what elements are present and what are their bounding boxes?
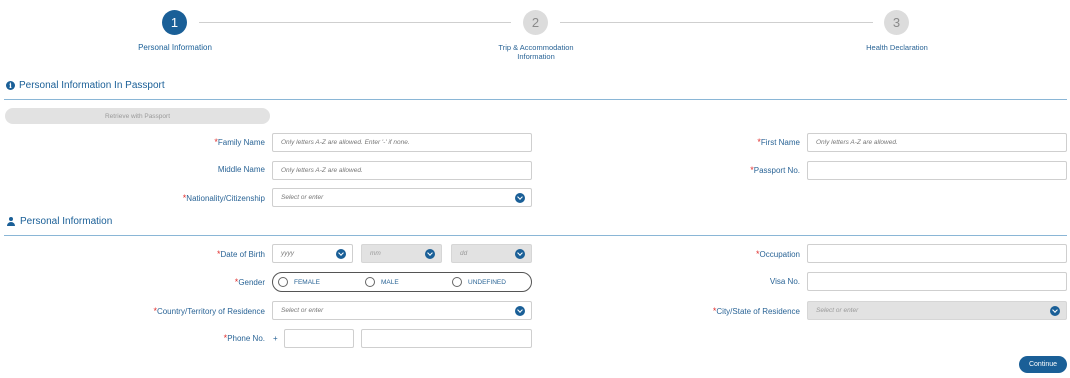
personal-section-title: Personal Information [20,216,113,227]
occupation-label: *Occupation [756,249,800,259]
chevron-down-icon [515,249,525,259]
step-connector-1 [199,22,511,23]
step-2-label: Trip & Accommodation Information [498,43,574,61]
passport-section-title: Personal Information In Passport [19,80,165,91]
family-name-placeholder: Only letters A-Z are allowed. Enter '-' … [281,139,410,146]
middle-name-label: Middle Name [217,165,265,174]
dob-year-select[interactable]: yyyy [272,244,353,263]
step-1-number: 1 [170,15,179,30]
gender-label: *Gender [235,277,265,287]
chevron-down-icon [425,249,435,259]
chevron-down-icon [515,306,525,316]
gender-option-undefined[interactable]: UNDEFINED [452,277,506,287]
visa-no-input[interactable] [807,272,1067,291]
country-label-text: Country/Territory of Residence [156,307,265,316]
phone-prefix: + [273,334,278,343]
family-name-input[interactable]: Only letters A-Z are allowed. Enter '-' … [272,133,532,152]
phone-label-text: Phone No. [227,334,265,343]
step-1-label: Personal Information [138,43,212,52]
retrieve-with-passport-button[interactable]: Retrieve with Passport [5,108,270,124]
step-connector-2 [560,22,873,23]
chevron-down-icon [1050,306,1060,316]
continue-button[interactable]: Continue [1019,356,1067,373]
city-placeholder: Select or enter [816,307,859,314]
country-placeholder: Select or enter [281,307,324,314]
info-icon: i [6,81,15,90]
person-icon [6,216,16,227]
gender-option-female[interactable]: FEMALE [278,277,320,287]
family-name-label-text: Family Name [217,138,265,147]
nationality-label-text: Nationality/Citizenship [186,194,265,203]
progress-stepper: 1 2 3 Personal Information Trip & Accomm… [0,0,1070,70]
middle-name-placeholder: Only letters A-Z are allowed. [281,167,363,174]
first-name-label: *First Name [757,137,800,147]
passport-no-label: *Passport No. [750,165,800,175]
nationality-placeholder: Select or enter [281,194,324,201]
gender-label-text: Gender [238,278,265,287]
passport-no-label-text: Passport No. [753,166,800,175]
passport-no-input[interactable] [807,161,1067,180]
first-name-label-text: First Name [760,138,800,147]
phone-country-code-input[interactable] [284,329,354,348]
phone-label: *Phone No. [224,333,265,343]
dob-year-placeholder: yyyy [281,250,294,257]
radio-circle-icon[interactable] [365,277,375,287]
section-divider [4,99,1067,100]
gender-female-label: FEMALE [294,278,321,286]
step-2-number: 2 [531,15,540,30]
dob-day-select[interactable]: dd [451,244,532,263]
dob-day-placeholder: dd [460,250,468,257]
nationality-select[interactable]: Select or enter [272,188,532,207]
city-select[interactable]: Select or enter [807,301,1067,320]
middle-name-input[interactable]: Only letters A-Z are allowed. [272,161,532,180]
section-divider [4,235,1067,236]
phone-number-input[interactable] [361,329,532,348]
passport-section-heading: i Personal Information In Passport [6,80,165,91]
radio-circle-icon[interactable] [278,277,288,287]
first-name-placeholder: Only letters A-Z are allowed. [816,139,898,146]
step-3-number: 3 [892,15,901,30]
city-label: *City/State of Residence [713,306,800,316]
occupation-label-text: Occupation [759,250,800,259]
gender-option-male[interactable]: MALE [365,277,399,287]
step-1-circle[interactable]: 1 [162,10,187,35]
radio-circle-icon[interactable] [452,277,462,287]
dob-label: *Date of Birth [217,249,265,259]
gender-male-label: MALE [381,278,399,286]
first-name-input[interactable]: Only letters A-Z are allowed. [807,133,1067,152]
chevron-down-icon [336,249,346,259]
gender-undefined-label: UNDEFINED [468,278,506,286]
dob-month-select[interactable]: mm [361,244,442,263]
step-3-circle[interactable]: 3 [884,10,909,35]
chevron-down-icon [515,193,525,203]
occupation-input[interactable] [807,244,1067,263]
family-name-label: *Family Name [214,137,265,147]
country-select[interactable]: Select or enter [272,301,532,320]
nationality-label: *Nationality/Citizenship [183,193,265,203]
personal-section-heading: Personal Information [6,216,112,227]
dob-month-placeholder: mm [370,250,381,257]
dob-label-text: Date of Birth [220,250,265,259]
visa-no-label: Visa No. [769,277,800,286]
country-label: *Country/Territory of Residence [153,306,265,316]
step-3-label: Health Declaration [866,43,928,52]
step-2-circle[interactable]: 2 [523,10,548,35]
city-label-text: City/State of Residence [716,307,800,316]
gender-radio-group: FEMALE MALE UNDEFINED [272,272,532,292]
